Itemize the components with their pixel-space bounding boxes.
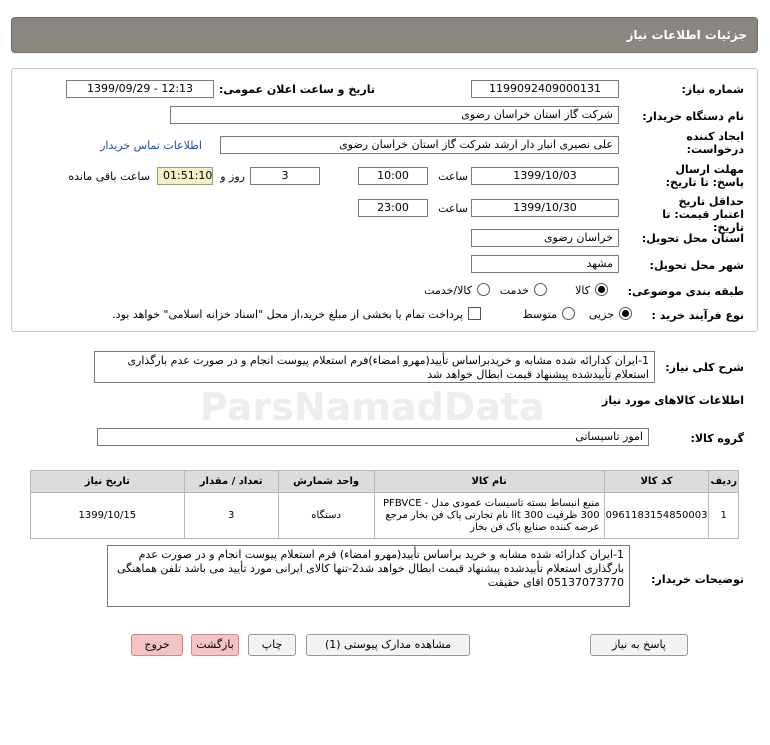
row-name: منبع انبساط بسته تاسیسات عمودی مدل PFBVC… [373, 492, 605, 539]
buyer-notes-box: 1-ایران کدارائه شده مشابه و خرید براساس … [107, 545, 630, 607]
print-button[interactable]: چاپ [248, 634, 296, 656]
row-code: 0961183154850003 [603, 492, 710, 539]
col-qty: تعداد / مقدار [183, 470, 279, 493]
process-radio-minor[interactable] [619, 307, 632, 320]
requester-field: علی نصیری انبار دار ارشد شرکت گاز استان … [220, 136, 619, 154]
days-field: 3 [250, 167, 320, 185]
row-unit: دستگاه [277, 492, 375, 539]
validity-time-field: 23:00 [358, 199, 428, 217]
validity-time-label: ساعت [438, 202, 468, 215]
process-label: نوع فرآیند خرید : [651, 309, 744, 322]
remaining-timer: 01:51:10 [157, 167, 213, 185]
category-option-goods-service: کالا/خدمت [424, 284, 472, 297]
city-field: مشهد [471, 255, 619, 273]
treasury-payment-note: پرداخت تمام یا بخشی از مبلغ خرید،از محل … [112, 308, 463, 321]
col-code: کد کالا [603, 470, 710, 493]
deadline-time-label: ساعت [438, 170, 468, 183]
page-header: جزئیات اطلاعات نیاز [11, 17, 758, 53]
requester-label: ایجاد کننده درخواست: [686, 130, 744, 156]
table-row: 1 0961183154850003 منبع انبساط بسته تاسی… [30, 492, 739, 539]
category-option-service: خدمت [499, 284, 529, 297]
buyer-org-field: شرکت گاز استان خراسان رضوی [170, 106, 619, 124]
process-option-medium: متوسط [522, 308, 557, 321]
treasury-payment-checkbox[interactable] [468, 307, 481, 320]
days-label: روز و [220, 170, 245, 183]
validity-label: حداقل تاریخ اعتبار قیمت: تا تاریخ: [662, 195, 744, 234]
page-title: جزئیات اطلاعات نیاز [626, 28, 747, 42]
goods-group-field: امور تاسیساتی [97, 428, 649, 446]
row-index: 1 [708, 492, 739, 539]
need-number-field: 1199092409000131 [471, 80, 619, 98]
watermark-text: ParsNamadData [200, 385, 545, 429]
col-unit: واحد شمارش [277, 470, 375, 493]
buyer-notes-label: توضیحات خریدار: [651, 573, 744, 586]
exit-button[interactable]: خروج [131, 634, 183, 656]
deadline-label: مهلت ارسال پاسخ: تا تاریخ: [665, 163, 744, 189]
buyer-org-label: نام دستگاه خریدار: [642, 110, 744, 123]
category-radio-service[interactable] [534, 283, 547, 296]
process-option-minor: جزیی [588, 308, 614, 321]
category-option-goods: کالا [575, 284, 590, 297]
category-radio-goods-service[interactable] [477, 283, 490, 296]
province-field: خراسان رضوی [471, 229, 619, 247]
reply-button[interactable]: پاسخ به نیاز [590, 634, 688, 656]
deadline-time-field: 10:00 [358, 167, 428, 185]
announce-label: تاریخ و ساعت اعلان عمومی: [218, 83, 375, 96]
validity-date-field: 1399/10/30 [471, 199, 619, 217]
view-attachments-button[interactable]: مشاهده مدارک پیوستی (1) [306, 634, 470, 656]
need-number-label: شماره نیاز: [681, 83, 744, 96]
province-label: استان محل تحویل: [641, 232, 744, 245]
col-name: نام کالا [373, 470, 605, 493]
description-box: 1-ایران کدارائه شده مشابه و خریدبراساس ت… [94, 351, 655, 383]
process-radio-medium[interactable] [562, 307, 575, 320]
remaining-label: ساعت باقی مانده [68, 170, 150, 183]
announce-field: 1399/09/29 - 12:13 [66, 80, 214, 98]
category-radio-goods[interactable] [595, 283, 608, 296]
goods-group-label: گروه کالا: [690, 432, 744, 445]
deadline-date-field: 1399/10/03 [471, 167, 619, 185]
goods-table-header: ردیف کد کالا نام کالا واحد شمارش تعداد /… [30, 470, 739, 493]
buyer-contact-link[interactable]: اطلاعات تماس خریدار [100, 139, 202, 152]
back-button[interactable]: بازگشت [191, 634, 239, 656]
goods-table: ردیف کد کالا نام کالا واحد شمارش تعداد /… [30, 470, 739, 539]
category-label: طبقه بندی موضوعی: [627, 285, 744, 298]
col-index: ردیف [708, 470, 739, 493]
row-date: 1399/10/15 [30, 492, 185, 539]
city-label: شهر محل تحویل: [649, 259, 744, 272]
row-qty: 3 [183, 492, 279, 539]
col-date: تاریخ نیاز [30, 470, 185, 493]
description-label: شرح کلی نیاز: [665, 361, 744, 374]
goods-section-title: اطلاعات کالاهای مورد نیاز [602, 394, 744, 407]
